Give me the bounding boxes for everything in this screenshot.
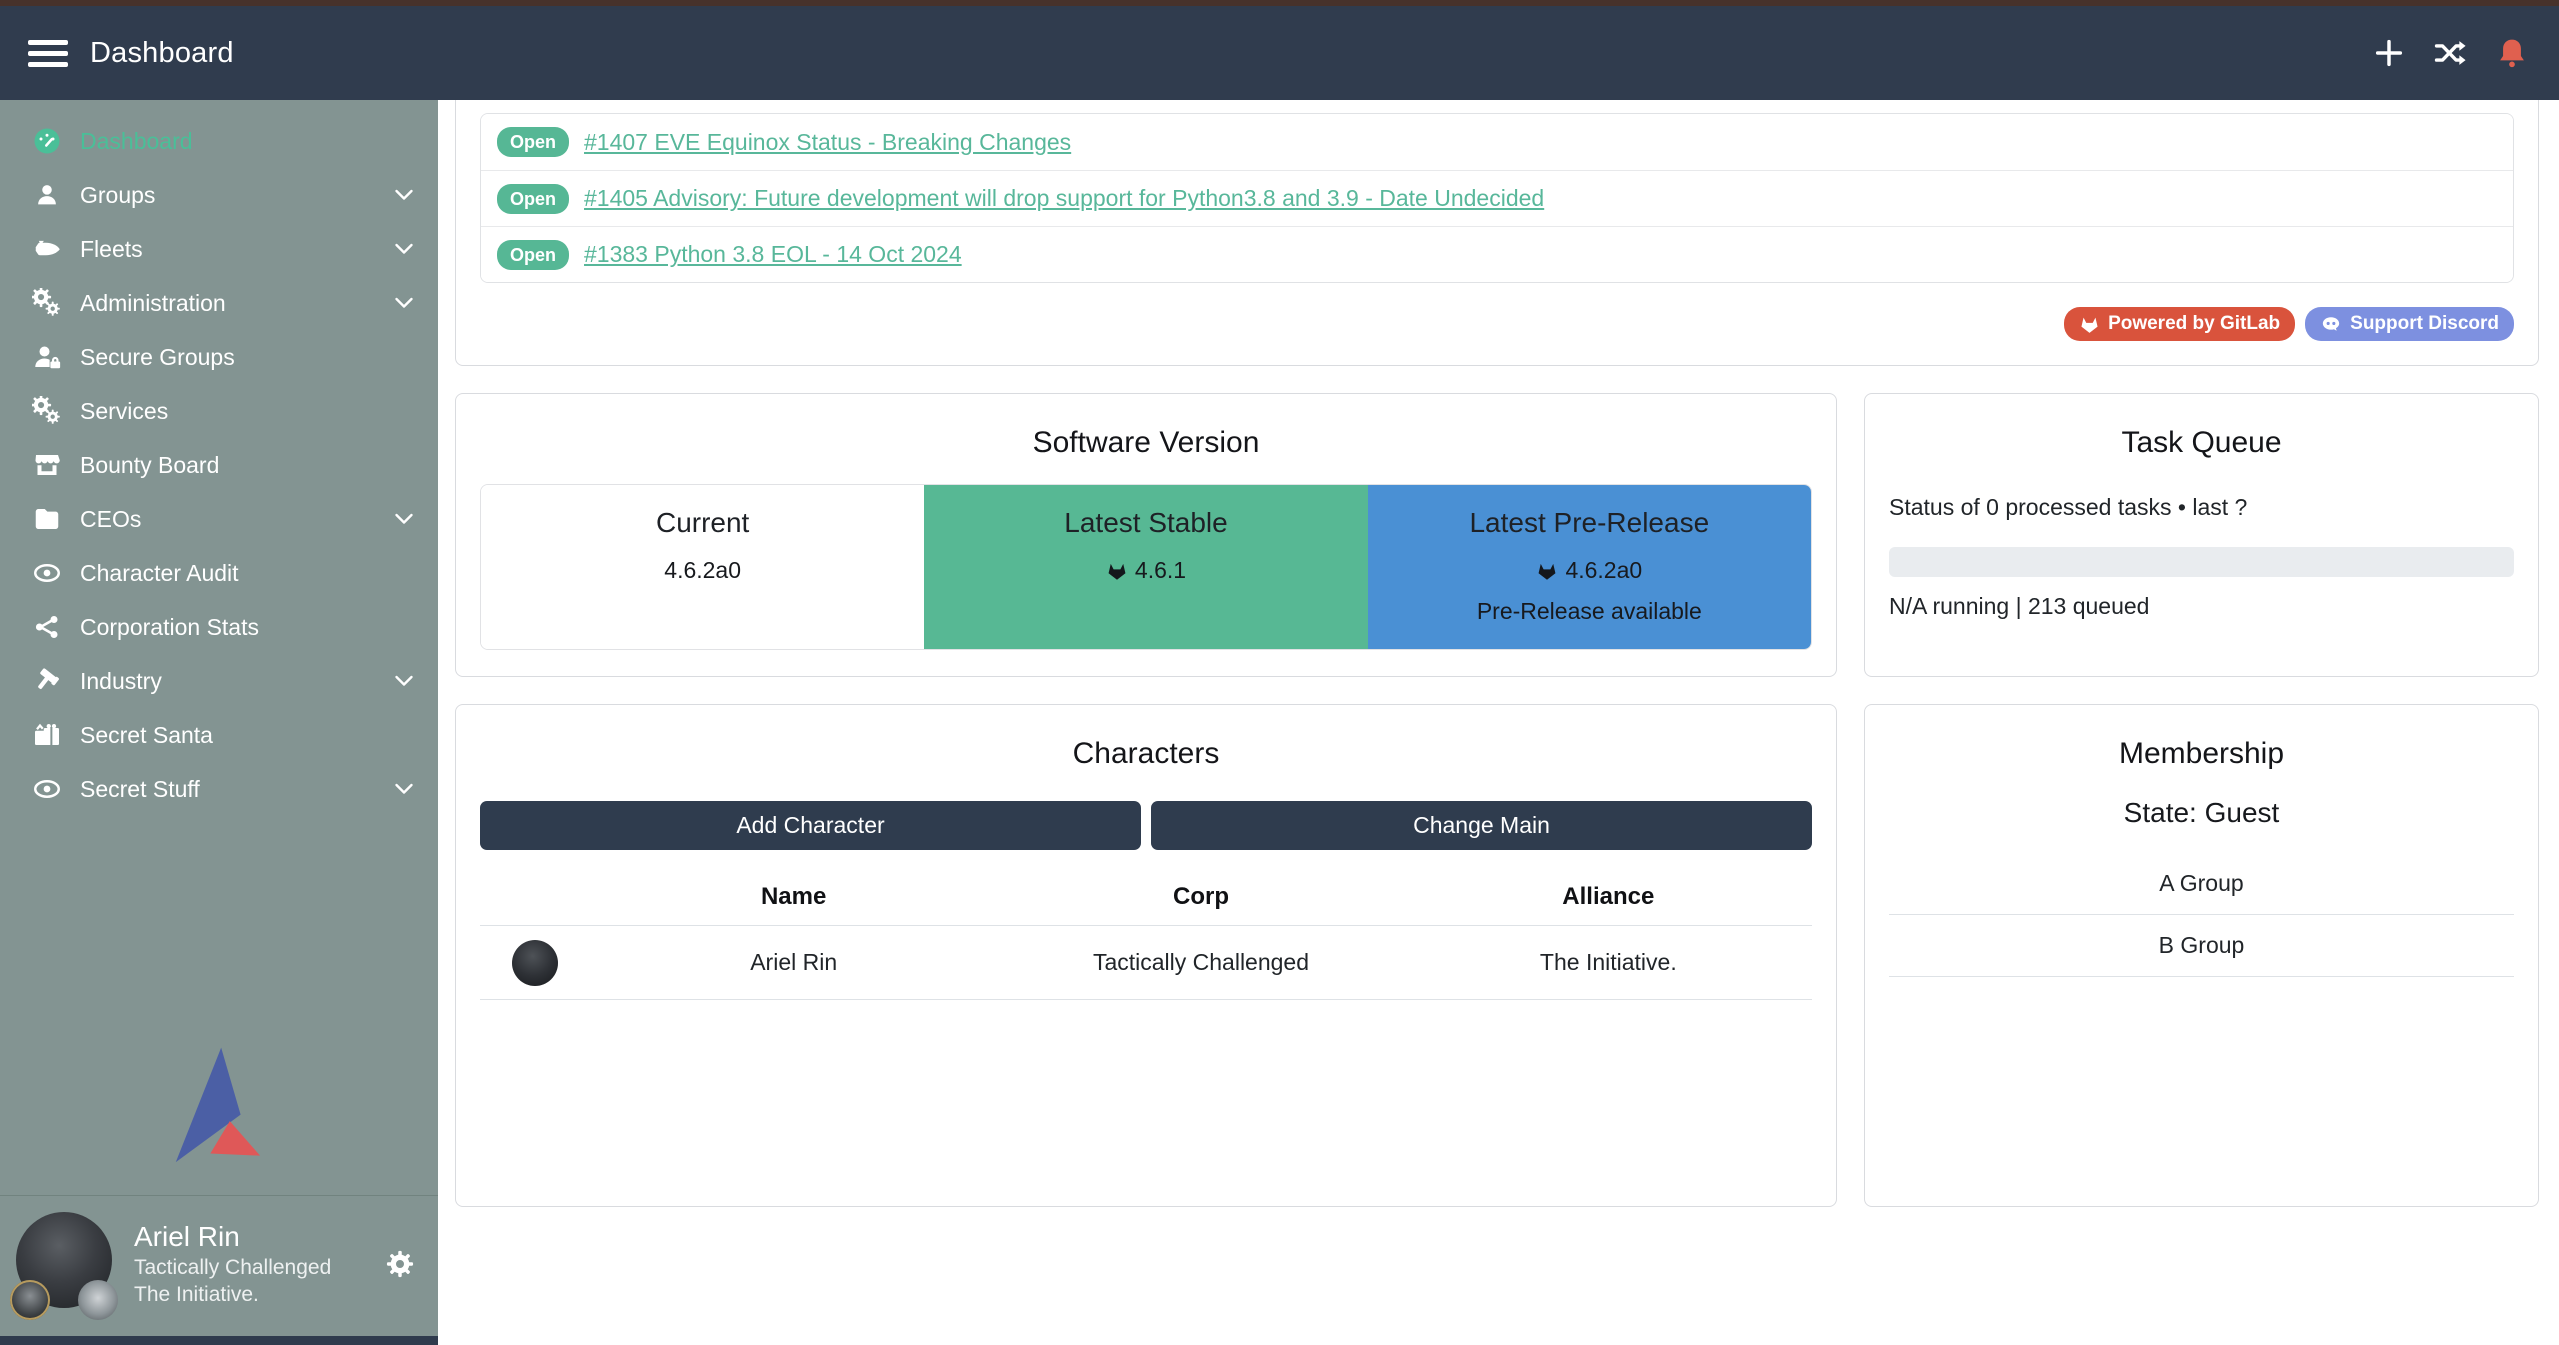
add-character-button[interactable]: Add Character xyxy=(480,801,1141,850)
gitlab-icon xyxy=(1106,560,1128,582)
eye-icon xyxy=(30,558,64,588)
gears-icon xyxy=(30,396,64,426)
chevron-down-icon xyxy=(392,237,416,261)
notification-link[interactable]: #1383 Python 3.8 EOL - 14 Oct 2024 xyxy=(584,241,962,268)
add-icon[interactable] xyxy=(2373,37,2405,69)
list-item: B Group xyxy=(1889,915,2514,977)
membership-state: State: Guest xyxy=(1889,797,2514,829)
version-current-box: Current 4.6.2a0 xyxy=(481,485,924,649)
corp-logo-badge xyxy=(10,1280,50,1320)
version-prerelease-box: Latest Pre-Release 4.6.2a0 Pre-Release a… xyxy=(1368,485,1811,649)
sidebar-item-industry[interactable]: Industry xyxy=(0,654,438,708)
sidebar-item-secure-groups[interactable]: Secure Groups xyxy=(0,330,438,384)
sidebar-item-administration[interactable]: Administration xyxy=(0,276,438,330)
sidebar-item-secret-stuff[interactable]: Secret Stuff xyxy=(0,762,438,816)
top-navbar: Dashboard xyxy=(0,0,2559,100)
user-name: Ariel Rin xyxy=(134,1221,331,1253)
hammer-icon xyxy=(30,666,64,696)
version-stable-box: Latest Stable 4.6.1 xyxy=(924,485,1367,649)
gears-icon xyxy=(30,288,64,318)
character-portrait xyxy=(512,940,558,986)
sidebar-bottom-strip xyxy=(0,1336,438,1345)
folder-icon xyxy=(30,504,64,534)
share-icon xyxy=(30,612,64,642)
notification-row: Open #1383 Python 3.8 EOL - 14 Oct 2024 xyxy=(481,226,2513,282)
eye-icon xyxy=(30,774,64,804)
user-icon xyxy=(30,180,64,210)
sidebar-item-fleets[interactable]: Fleets xyxy=(0,222,438,276)
chevron-down-icon xyxy=(392,291,416,315)
characters-title: Characters xyxy=(480,737,1812,771)
chevron-down-icon xyxy=(392,777,416,801)
change-main-button[interactable]: Change Main xyxy=(1151,801,1812,850)
character-alliance: The Initiative. xyxy=(1405,949,1812,976)
sidebar-item-bounty-board[interactable]: Bounty Board xyxy=(0,438,438,492)
menu-toggle-icon[interactable] xyxy=(28,40,68,67)
software-version-title: Software Version xyxy=(480,426,1812,460)
notification-row: Open #1405 Advisory: Future development … xyxy=(481,170,2513,226)
status-badge: Open xyxy=(497,240,569,270)
page-title: Dashboard xyxy=(90,37,234,70)
notification-row: Open #1407 EVE Equinox Status - Breaking… xyxy=(481,114,2513,170)
sidebar-item-secret-santa[interactable]: Secret Santa xyxy=(0,708,438,762)
gitlab-icon xyxy=(1536,560,1558,582)
user-lock-icon xyxy=(30,342,64,372)
notification-link[interactable]: #1407 EVE Equinox Status - Breaking Chan… xyxy=(584,129,1071,156)
notifications-bell-icon[interactable] xyxy=(2495,36,2529,70)
gifts-icon xyxy=(30,720,64,750)
characters-panel: Characters Add Character Change Main Nam… xyxy=(455,704,1837,1207)
alliance-auth-logo xyxy=(0,1043,438,1195)
sidebar-item-groups[interactable]: Groups xyxy=(0,168,438,222)
support-discord-badge[interactable]: Support Discord xyxy=(2305,307,2514,341)
software-version-panel: Software Version Current 4.6.2a0 Latest … xyxy=(455,393,1837,677)
user-alliance: The Initiative. xyxy=(134,1283,331,1307)
store-icon xyxy=(30,450,64,480)
list-item: A Group xyxy=(1889,853,2514,915)
sidebar-item-dashboard[interactable]: Dashboard xyxy=(0,114,438,168)
task-queue-counts: N/A running | 213 queued xyxy=(1889,593,2514,620)
status-badge: Open xyxy=(497,184,569,214)
user-card: Ariel Rin Tactically Challenged The Init… xyxy=(0,1196,438,1336)
sidebar-item-corporation-stats[interactable]: Corporation Stats xyxy=(0,600,438,654)
task-queue-status: Status of 0 processed tasks • last ? xyxy=(1889,494,2514,521)
alliance-logo-badge xyxy=(78,1280,118,1320)
task-queue-panel: Task Queue Status of 0 processed tasks •… xyxy=(1864,393,2539,677)
task-queue-title: Task Queue xyxy=(1889,426,2514,460)
shuffle-icon[interactable] xyxy=(2433,36,2467,70)
sidebar: Dashboard Groups Fleets Administration S… xyxy=(0,100,438,1345)
sidebar-item-services[interactable]: Services xyxy=(0,384,438,438)
powered-by-gitlab-badge[interactable]: Powered by GitLab xyxy=(2064,307,2295,341)
notification-link[interactable]: #1405 Advisory: Future development will … xyxy=(584,185,1544,212)
characters-table-header: Name Corp Alliance xyxy=(480,868,1812,926)
table-row: Ariel Rin Tactically Challenged The Init… xyxy=(480,926,1812,1000)
status-badge: Open xyxy=(497,127,569,157)
membership-title: Membership xyxy=(1889,737,2514,771)
task-queue-progressbar xyxy=(1889,547,2514,577)
sidebar-item-character-audit[interactable]: Character Audit xyxy=(0,546,438,600)
character-corp: Tactically Challenged xyxy=(997,949,1404,976)
membership-panel: Membership State: Guest A Group B Group xyxy=(1864,704,2539,1207)
sidebar-item-ceos[interactable]: CEOs xyxy=(0,492,438,546)
user-corp: Tactically Challenged xyxy=(134,1256,331,1280)
gauge-icon xyxy=(30,126,64,156)
spaceship-icon xyxy=(30,234,64,264)
user-settings-gear-icon[interactable] xyxy=(384,1248,416,1280)
chevron-down-icon xyxy=(392,669,416,693)
character-name: Ariel Rin xyxy=(590,949,997,976)
chevron-down-icon xyxy=(392,183,416,207)
chevron-down-icon xyxy=(392,507,416,531)
